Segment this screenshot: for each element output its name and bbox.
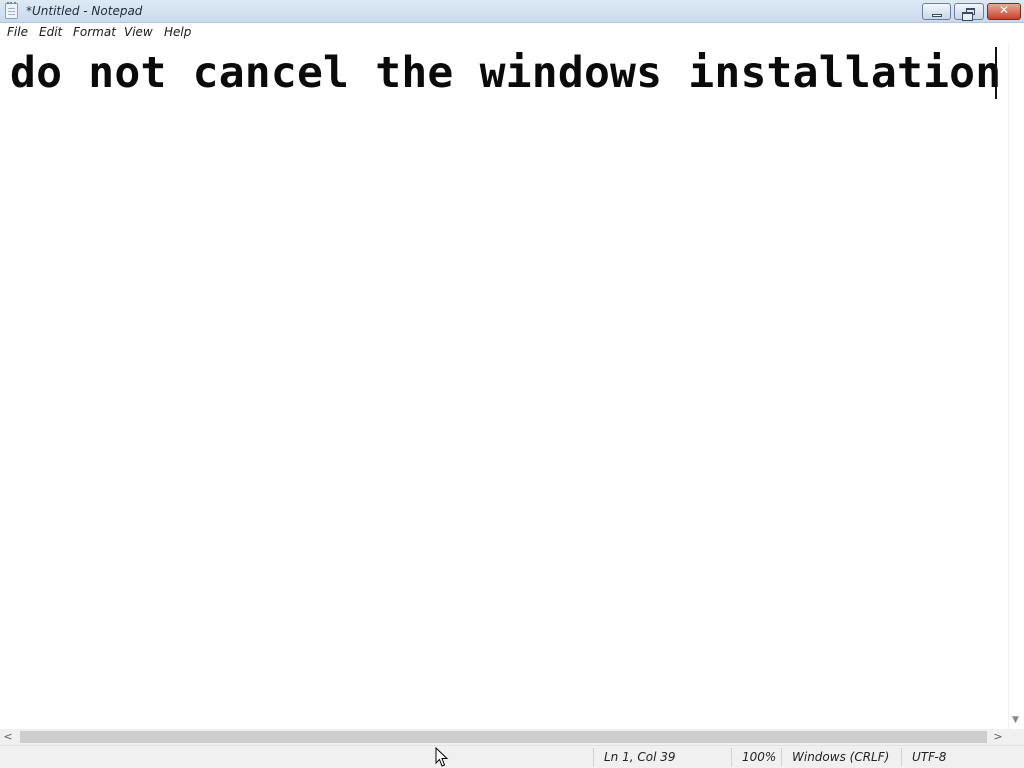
minimize-icon (932, 14, 942, 17)
mouse-pointer-icon (435, 747, 449, 767)
notepad-icon[interactable] (5, 2, 18, 19)
encoding: UTF-8 (912, 750, 947, 764)
restore-icon (962, 8, 975, 21)
menu-bar: File Edit Format View Help (0, 23, 1024, 43)
title-bar[interactable]: *Untitled - Notepad ✕ (0, 0, 1024, 23)
horizontal-scroll-thumb[interactable] (20, 731, 987, 743)
editor-content[interactable]: do not cancel the windows installation (10, 48, 1001, 98)
line-ending: Windows (CRLF) (792, 750, 890, 764)
minimize-button[interactable] (922, 3, 951, 20)
horizontal-scrollbar[interactable]: < > (0, 729, 1008, 745)
vertical-scrollbar[interactable]: ▼ (1008, 43, 1024, 729)
close-button[interactable]: ✕ (987, 3, 1021, 20)
menu-file[interactable]: File (7, 25, 28, 39)
cursor-position: Ln 1, Col 39 (604, 750, 676, 764)
window-title: *Untitled - Notepad (26, 4, 143, 18)
restore-button[interactable] (954, 3, 984, 21)
scrollbar-corner (1008, 729, 1024, 745)
scroll-right-icon[interactable]: > (990, 729, 1006, 745)
menu-format[interactable]: Format (73, 25, 116, 39)
menu-edit[interactable]: Edit (39, 25, 62, 39)
close-icon: ✕ (998, 3, 1010, 17)
menu-help[interactable]: Help (164, 25, 191, 39)
status-bar: Ln 1, Col 39 100% Windows (CRLF) UTF-8 (0, 745, 1024, 768)
scroll-left-icon[interactable]: < (0, 729, 16, 745)
menu-view[interactable]: View (124, 25, 153, 39)
scroll-down-icon[interactable]: ▼ (1012, 715, 1019, 725)
zoom-level: 100% (742, 750, 777, 764)
text-editor[interactable]: do not cancel the windows installation (0, 43, 1008, 729)
text-caret (995, 47, 997, 99)
